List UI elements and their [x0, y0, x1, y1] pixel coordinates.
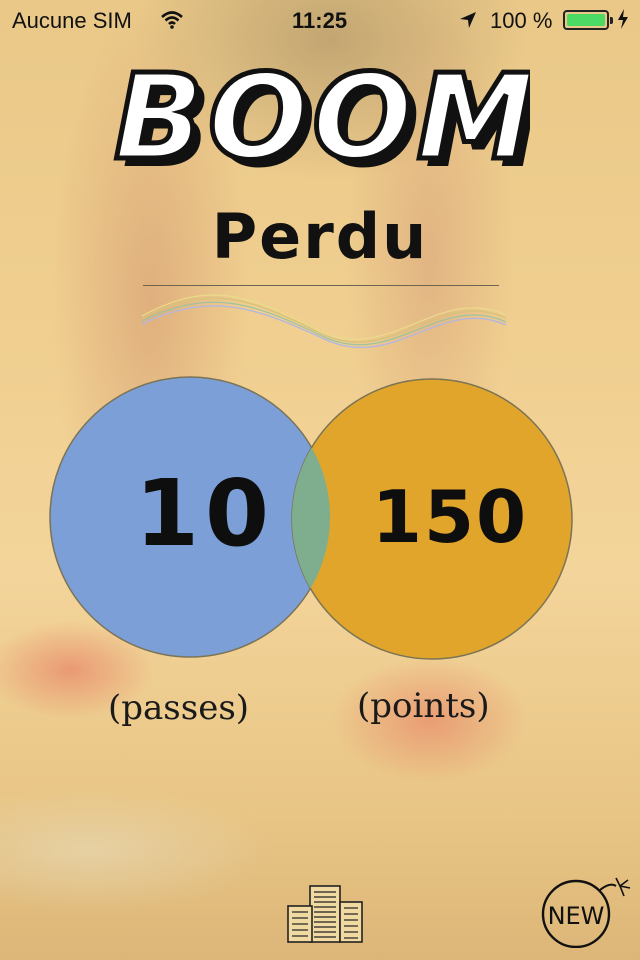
- battery-icon: [563, 10, 613, 30]
- title-underline: [143, 285, 499, 286]
- new-button-label: NEW: [548, 902, 605, 930]
- result-title: Perdu: [211, 200, 429, 273]
- new-game-button[interactable]: NEW: [540, 876, 632, 949]
- status-bar: Aucune SIM 11:25 100 %: [0, 0, 640, 40]
- wifi-icon: [160, 10, 184, 36]
- carrier-label: Aucune SIM: [12, 8, 132, 33]
- boom-logo: BOOM BOOM: [110, 46, 543, 195]
- points-label: (points): [357, 686, 490, 726]
- svg-text:BOOM: BOOM: [114, 50, 530, 180]
- decorative-waves: [140, 288, 510, 358]
- passes-label: (passes): [108, 688, 250, 728]
- battery-percent: 100 %: [490, 8, 553, 33]
- passes-value: 10: [134, 460, 276, 567]
- charging-bolt-icon: [616, 8, 630, 36]
- clock: 11:25: [292, 8, 348, 33]
- points-value: 150: [371, 475, 529, 559]
- bomb-icon: NEW: [541, 877, 631, 949]
- building-stack-icon[interactable]: [286, 884, 364, 944]
- location-arrow-icon: [458, 10, 478, 36]
